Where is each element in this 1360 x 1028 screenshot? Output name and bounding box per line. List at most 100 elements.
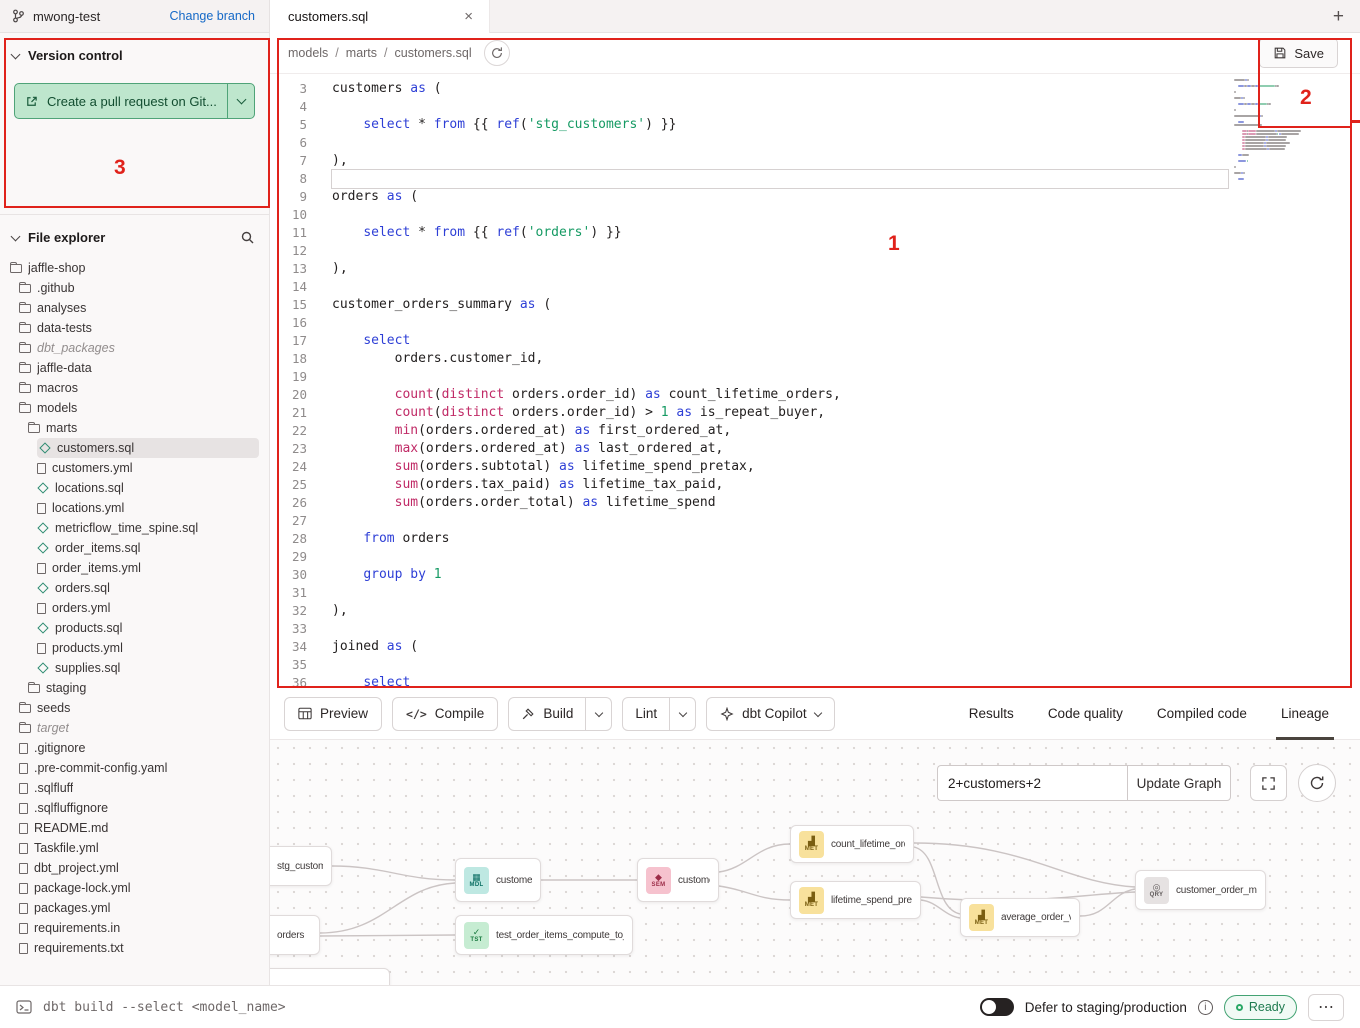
breadcrumb-marts[interactable]: marts — [346, 46, 377, 60]
save-button[interactable]: Save — [1259, 38, 1338, 68]
code-line-31 — [332, 584, 1228, 602]
code-line-35 — [332, 656, 1228, 674]
defer-toggle[interactable] — [980, 998, 1014, 1016]
tree-item-locations.sql[interactable]: locations.sql — [0, 478, 269, 498]
tree-item-order_items.sql[interactable]: order_items.sql — [0, 538, 269, 558]
tree-item-staging[interactable]: staging — [0, 678, 269, 698]
lint-dropdown[interactable] — [669, 698, 695, 730]
new-tab-button[interactable]: + — [1333, 7, 1344, 26]
tab-results[interactable]: Results — [952, 688, 1031, 740]
tab-compiled-code[interactable]: Compiled code — [1140, 688, 1264, 740]
tree-item-customers.yml[interactable]: customers.yml — [0, 458, 269, 478]
line-number: 27 — [270, 512, 332, 530]
build-dropdown[interactable] — [585, 698, 611, 730]
pull-request-dropdown[interactable] — [227, 84, 254, 118]
lineage-node-customer_order_metrics[interactable]: ◎QRYcustomer_order_metrics — [1135, 870, 1266, 910]
minimap[interactable] — [1234, 79, 1314, 181]
create-pull-request-button[interactable]: Create a pull request on Git... — [14, 83, 255, 119]
line-number: 4 — [270, 98, 332, 116]
lineage-node-customers[interactable]: ◆SEMcustomers — [637, 858, 719, 902]
code-line-23: max(orders.ordered_at) as last_ordered_a… — [332, 440, 1228, 458]
close-icon[interactable]: × — [460, 7, 477, 26]
lint-button[interactable]: Lint — [623, 698, 669, 730]
tree-item-metricflow_time_spine.sql[interactable]: metricflow_time_spine.sql — [0, 518, 269, 538]
file-actions-icon[interactable] — [484, 40, 510, 66]
search-icon[interactable] — [240, 230, 255, 245]
tree-item-packages.yml[interactable]: packages.yml — [0, 898, 269, 918]
tree-item-label: orders.yml — [52, 601, 110, 615]
info-icon[interactable]: i — [1198, 1000, 1213, 1015]
tree-item-jaffle-shop[interactable]: jaffle-shop — [0, 258, 269, 278]
tree-item-label: customers.yml — [52, 461, 133, 475]
tree-item-label: products.yml — [52, 641, 123, 655]
lineage-node-count_lifetime_orders[interactable]: ▟METcount_lifetime_orders — [790, 825, 914, 863]
tree-item-requirements.txt[interactable]: requirements.txt — [0, 938, 269, 958]
breadcrumb-models[interactable]: models — [288, 46, 328, 60]
code-line-5: select * from {{ ref('stg_customers') }} — [332, 116, 1228, 134]
breadcrumb-file[interactable]: customers.sql — [395, 46, 472, 60]
dbt-copilot-button[interactable]: dbt Copilot — [706, 697, 835, 731]
tree-item-Taskfile.yml[interactable]: Taskfile.yml — [0, 838, 269, 858]
lineage-node-test_order_items_compute_to_bools...[interactable]: ✓TSTtest_order_items_compute_to_bools... — [455, 915, 633, 955]
tab-customers-sql[interactable]: customers.sql × — [270, 0, 490, 33]
preview-button[interactable]: Preview — [284, 697, 382, 731]
tree-item-README.md[interactable]: README.md — [0, 818, 269, 838]
tree-item-locations.yml[interactable]: locations.yml — [0, 498, 269, 518]
code-editor[interactable]: 3456789101112131415161718192021222324252… — [270, 74, 1360, 688]
code-area[interactable]: customers as ( select * from {{ ref('stg… — [332, 80, 1228, 688]
tree-item-jaffle-data[interactable]: jaffle-data — [0, 358, 269, 378]
lineage-panel[interactable]: ▦MDLstg_customers ▦MDLorders ▦MDLcustomers… — [270, 740, 1360, 985]
line-number: 33 — [270, 620, 332, 638]
tree-item-dbt_project.yml[interactable]: dbt_project.yml — [0, 858, 269, 878]
lineage-selector-input[interactable] — [937, 765, 1127, 801]
tree-item-products.sql[interactable]: products.sql — [0, 618, 269, 638]
tree-item-order_items.yml[interactable]: order_items.yml — [0, 558, 269, 578]
lineage-node[interactable] — [270, 968, 390, 985]
tree-item-.sqlfluff[interactable]: .sqlfluff — [0, 778, 269, 798]
tree-item-requirements.in[interactable]: requirements.in — [0, 918, 269, 938]
change-branch-link[interactable]: Change branch — [170, 9, 255, 23]
tree-item-label: models — [37, 401, 77, 415]
lineage-node-lifetime_spend_pretax[interactable]: ▟METlifetime_spend_pretax — [790, 881, 921, 919]
tree-item-seeds[interactable]: seeds — [0, 698, 269, 718]
lineage-node-customers[interactable]: ▦MDLcustomers — [455, 858, 541, 902]
lineage-node-average_order_value[interactable]: ▟METaverage_order_value — [960, 898, 1080, 937]
tree-item-package-lock.yml[interactable]: package-lock.yml — [0, 878, 269, 898]
tree-item-target[interactable]: target — [0, 718, 269, 738]
update-graph-button[interactable]: Update Graph — [1127, 765, 1231, 801]
fullscreen-button[interactable] — [1250, 765, 1287, 801]
lineage-node-stg_customers[interactable]: ▦MDLstg_customers — [270, 846, 332, 886]
tree-item-supplies.sql[interactable]: supplies.sql — [0, 658, 269, 678]
tree-item-customers.sql[interactable]: customers.sql — [37, 438, 259, 458]
line-number: 28 — [270, 530, 332, 548]
file-explorer-header[interactable]: File explorer — [0, 215, 269, 251]
build-button[interactable]: Build — [509, 698, 585, 730]
tree-item-orders.yml[interactable]: orders.yml — [0, 598, 269, 618]
tree-item-data-tests[interactable]: data-tests — [0, 318, 269, 338]
more-options-button[interactable]: ⋯ — [1308, 994, 1344, 1021]
tab-lineage[interactable]: Lineage — [1264, 688, 1346, 740]
tree-item-.github[interactable]: .github — [0, 278, 269, 298]
tree-item-.gitignore[interactable]: .gitignore — [0, 738, 269, 758]
code-line-22: min(orders.ordered_at) as first_ordered_… — [332, 422, 1228, 440]
refresh-graph-button[interactable] — [1298, 764, 1336, 802]
tree-item-label: macros — [37, 381, 78, 395]
tree-item-products.yml[interactable]: products.yml — [0, 638, 269, 658]
tree-item-label: metricflow_time_spine.sql — [55, 521, 198, 535]
tab-code-quality[interactable]: Code quality — [1031, 688, 1140, 740]
tree-item-.sqlfluffignore[interactable]: .sqlfluffignore — [0, 798, 269, 818]
lineage-node-orders[interactable]: ▦MDLorders — [270, 915, 320, 955]
node-type-badge-sem: ◆SEM — [646, 867, 671, 894]
tree-item-dbt_packages[interactable]: dbt_packages — [0, 338, 269, 358]
node-label: stg_customers — [277, 861, 323, 872]
version-control-header[interactable]: Version control — [0, 33, 269, 69]
tree-item-models[interactable]: models — [0, 398, 269, 418]
compile-button[interactable]: </> Compile — [392, 697, 498, 731]
tree-item-marts[interactable]: marts — [0, 418, 269, 438]
code-line-16 — [332, 314, 1228, 332]
create-pull-request-main[interactable]: Create a pull request on Git... — [15, 84, 227, 118]
tree-item-.pre-commit-config.yaml[interactable]: .pre-commit-config.yaml — [0, 758, 269, 778]
tree-item-analyses[interactable]: analyses — [0, 298, 269, 318]
tree-item-orders.sql[interactable]: orders.sql — [0, 578, 269, 598]
tree-item-macros[interactable]: macros — [0, 378, 269, 398]
